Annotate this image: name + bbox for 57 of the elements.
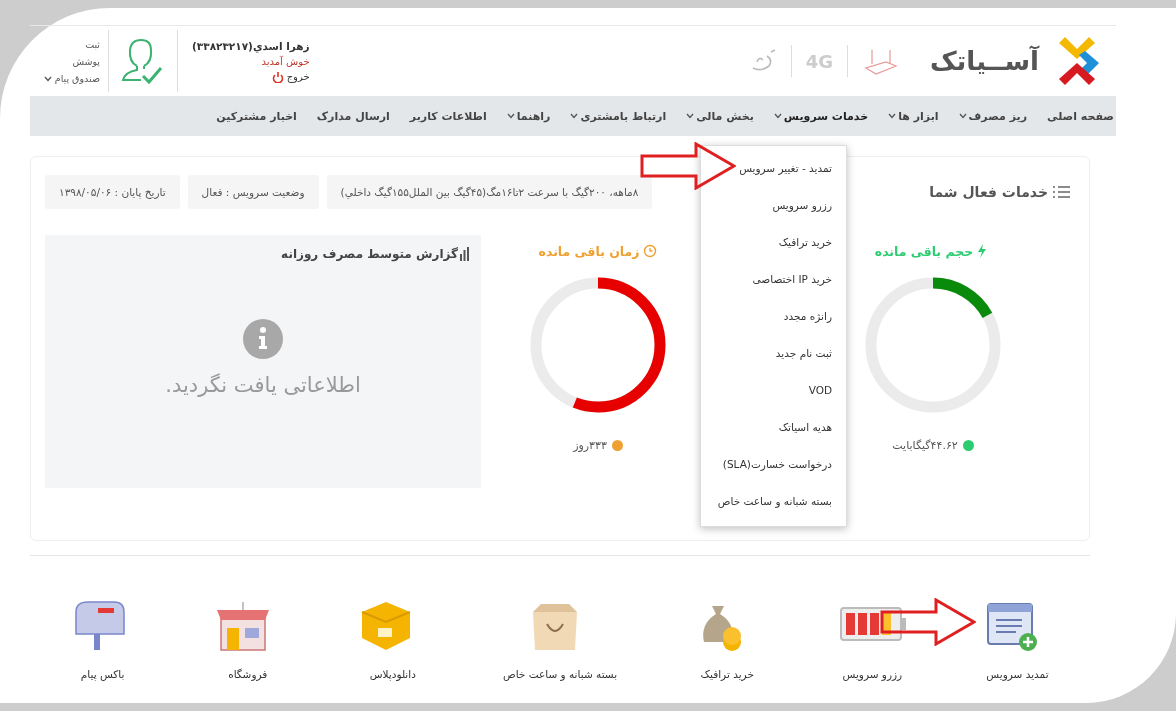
nav-menu-item[interactable]: راهنما bbox=[506, 96, 551, 136]
nav-menu-item[interactable]: ریز مصرف bbox=[958, 96, 1027, 136]
dropdown-item[interactable]: خرید IP اختصاصی bbox=[701, 261, 846, 298]
nav-menu-item[interactable]: اطلاعات کاربر bbox=[409, 96, 487, 136]
bar-chart-icon bbox=[460, 247, 469, 261]
power-icon bbox=[271, 70, 284, 83]
shortcut-button[interactable]: رزرو سرویس bbox=[837, 598, 908, 680]
caret-icon bbox=[958, 113, 967, 119]
caret-icon bbox=[686, 113, 695, 119]
dropdown-item[interactable]: تمدید - تغییر سرویس bbox=[701, 150, 846, 187]
logo-text: آســیاتک bbox=[930, 46, 1039, 76]
shortcut-button[interactable]: تمدید سرویس bbox=[982, 598, 1053, 680]
header-link[interactable]: ثبت bbox=[30, 38, 100, 50]
gauge-value: ۳۳۳روز bbox=[573, 439, 607, 452]
nav-menu-item[interactable]: ارسال مدارک bbox=[316, 96, 390, 136]
user-name: زهرا اسدي(۳۳۸۲۳۲۱۷) bbox=[192, 39, 310, 52]
info-icon bbox=[243, 319, 283, 359]
dropdown-item[interactable]: خرید ترافیک bbox=[701, 224, 846, 261]
empty-message: اطلاعاتی یافت نگردید. bbox=[165, 373, 361, 397]
shortcut-button[interactable]: باکس پیام bbox=[67, 598, 138, 680]
dropdown-item[interactable]: رانژه مجدد bbox=[701, 298, 846, 335]
nav-menu-item[interactable]: ارتباط بامشتری bbox=[570, 96, 667, 136]
dropdown-item[interactable]: درخواست خسارت(SLA) bbox=[701, 446, 846, 483]
caret-icon bbox=[773, 113, 782, 119]
dropdown-item[interactable]: هدیه اسیاتک bbox=[701, 409, 846, 446]
dropdown-item[interactable]: رزرو سرویس bbox=[701, 187, 846, 224]
nav-menu-item[interactable]: خدمات سرویس bbox=[773, 96, 869, 136]
shortcut-button[interactable]: فروشگاه bbox=[212, 598, 283, 680]
dropdown-item[interactable]: بسته شبانه و ساعت خاص bbox=[701, 483, 846, 520]
caret-icon bbox=[43, 75, 52, 82]
section-title: خدمات فعال شما bbox=[929, 184, 1048, 200]
caret-icon bbox=[570, 113, 579, 119]
info-pill: ۸ماهه، ۲۰۰گیگ با سرعت ۲تا۱۶مگ(۴۵گیگ بین الملل۱۵۵گیگ داخلي) bbox=[326, 175, 653, 209]
info-pill: وضعیت سرویس : فعال bbox=[187, 175, 319, 209]
user-check-icon bbox=[121, 36, 165, 86]
report-title: گزارش متوسط مصرف روزانه bbox=[281, 247, 458, 261]
clock-icon bbox=[643, 244, 658, 258]
caret-icon bbox=[506, 113, 515, 119]
logout-link[interactable]: خروج bbox=[192, 70, 310, 83]
dropdown-item[interactable]: ثبت نام جدید bbox=[701, 335, 846, 372]
nav-menu-item[interactable]: بخش مالی bbox=[686, 96, 754, 136]
shortcut-button[interactable]: خرید ترافیک bbox=[692, 598, 763, 680]
dropdown-item[interactable]: VOD bbox=[701, 372, 846, 409]
nav-menu-item[interactable]: ابزار ها bbox=[888, 96, 939, 136]
info-pill: تاریخ پایان : ۱۳۹۸/۰۵/۰۶ bbox=[45, 175, 180, 209]
nav-menu-item[interactable]: صفحه اصلی bbox=[1047, 96, 1114, 136]
gauge-title: حجم باقی مانده bbox=[874, 243, 974, 259]
header-link[interactable]: صندوق پیام bbox=[30, 72, 100, 84]
caret-icon bbox=[888, 113, 897, 119]
shortcut-button[interactable]: دانلودپلاس bbox=[357, 598, 428, 680]
shortcut-button[interactable]: بسته شبانه و ساعت خاص bbox=[502, 598, 618, 680]
gauge-title: زمان باقی مانده bbox=[538, 243, 640, 259]
header-link[interactable]: پوشش bbox=[30, 55, 100, 67]
welcome-text: خوش آمدید bbox=[260, 55, 310, 67]
list-icon bbox=[1052, 184, 1070, 200]
gauge-value: ۴۴.۶۲گیگابایت bbox=[892, 439, 958, 452]
nav-menu-item[interactable]: اخبار مشترکین bbox=[216, 96, 297, 136]
